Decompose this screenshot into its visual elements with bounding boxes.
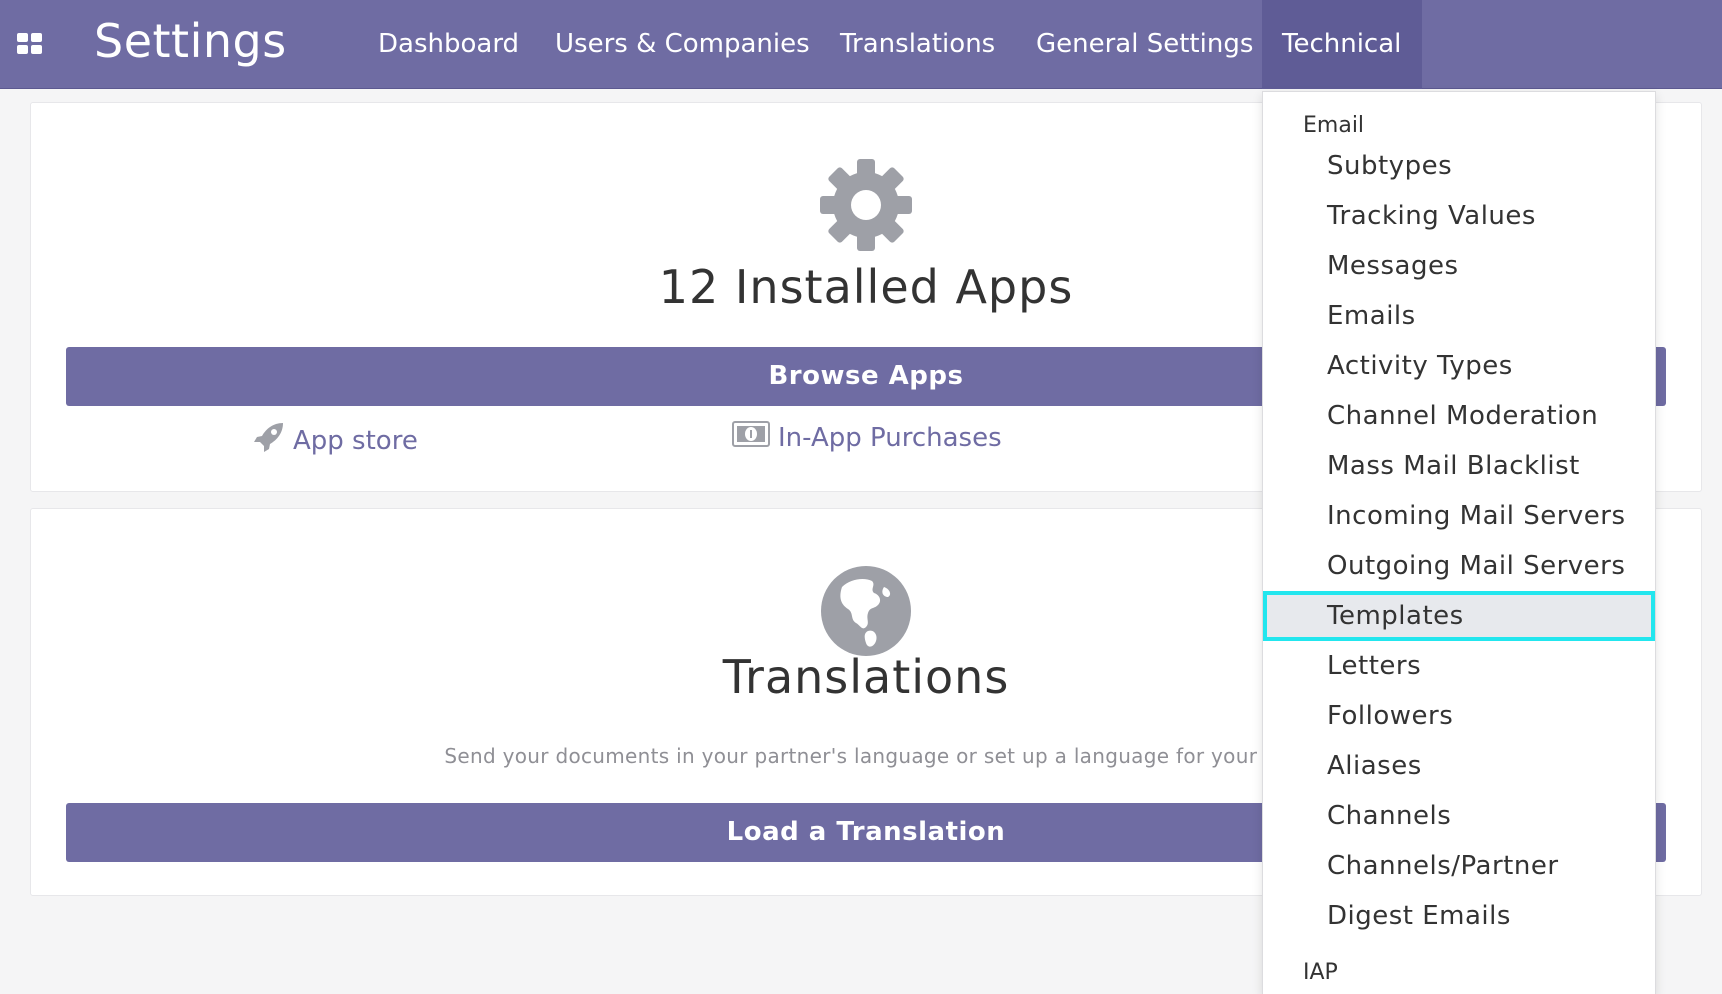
- nav-dashboard[interactable]: Dashboard: [358, 0, 539, 89]
- menu-item-activity-types[interactable]: Activity Types: [1263, 341, 1655, 391]
- in-app-purchases-link[interactable]: In-App Purchases: [732, 421, 1002, 454]
- menu-item-aliases[interactable]: Aliases: [1263, 741, 1655, 791]
- in-app-purchases-label: In-App Purchases: [778, 422, 1002, 453]
- menu-item-messages[interactable]: Messages: [1263, 241, 1655, 291]
- menu-item-digest-emails[interactable]: Digest Emails: [1263, 891, 1655, 941]
- nav-general-settings[interactable]: General Settings: [1016, 0, 1273, 89]
- rocket-icon: [253, 421, 293, 460]
- menu-item-channels-partner[interactable]: Channels/Partner: [1263, 841, 1655, 891]
- nav-technical[interactable]: Technical: [1262, 0, 1422, 89]
- nav-translations[interactable]: Translations: [820, 0, 1015, 89]
- menu-item-mass-mail-blacklist[interactable]: Mass Mail Blacklist: [1263, 441, 1655, 491]
- menu-item-incoming-mail-servers[interactable]: Incoming Mail Servers: [1263, 491, 1655, 541]
- menu-item-tracking-values[interactable]: Tracking Values: [1263, 191, 1655, 241]
- menu-section-iap: IAP: [1303, 960, 1338, 985]
- menu-item-channels[interactable]: Channels: [1263, 791, 1655, 841]
- app-title: Settings: [94, 14, 287, 68]
- app-store-label: App store: [293, 425, 418, 456]
- grid-icon[interactable]: [17, 33, 43, 55]
- menu-item-templates[interactable]: Templates: [1263, 591, 1655, 641]
- menu-item-outgoing-mail-servers[interactable]: Outgoing Mail Servers: [1263, 541, 1655, 591]
- technical-dropdown-menu: Email Subtypes Tracking Values Messages …: [1262, 91, 1656, 994]
- menu-item-followers[interactable]: Followers: [1263, 691, 1655, 741]
- globe-icon: [820, 565, 912, 661]
- menu-item-channel-moderation[interactable]: Channel Moderation: [1263, 391, 1655, 441]
- gear-icon: [820, 159, 912, 255]
- menu-item-emails[interactable]: Emails: [1263, 291, 1655, 341]
- menu-item-subtypes[interactable]: Subtypes: [1263, 141, 1655, 191]
- top-navbar: Settings Dashboard Users & Companies Tra…: [0, 0, 1722, 89]
- menu-item-letters[interactable]: Letters: [1263, 641, 1655, 691]
- app-store-link[interactable]: App store: [253, 421, 418, 460]
- menu-section-email: Email: [1303, 113, 1365, 138]
- nav-users-companies[interactable]: Users & Companies: [535, 0, 830, 89]
- money-icon: [732, 421, 778, 454]
